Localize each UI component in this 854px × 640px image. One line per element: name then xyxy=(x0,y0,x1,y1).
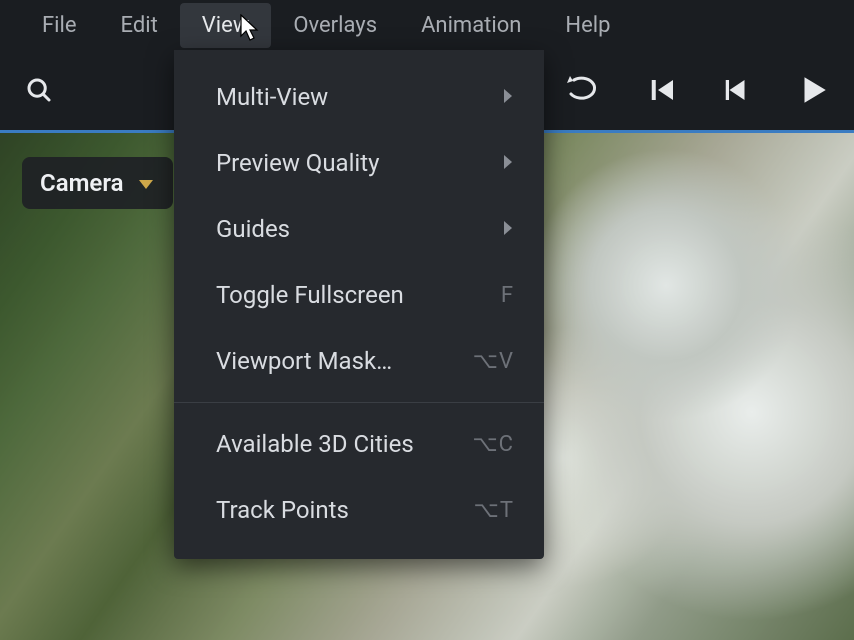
menu-item-label: Toggle Fullscreen xyxy=(216,281,404,309)
menu-item-preview-quality[interactable]: Preview Quality xyxy=(174,130,544,196)
chevron-down-icon xyxy=(137,169,155,197)
menu-item-label: Guides xyxy=(216,215,290,243)
menu-item-viewport-mask[interactable]: Viewport Mask… ⌥V xyxy=(174,328,544,394)
menu-view[interactable]: View xyxy=(180,3,272,48)
chevron-right-icon xyxy=(502,83,514,111)
menu-overlays[interactable]: Overlays xyxy=(271,3,399,48)
menu-item-track-points[interactable]: Track Points ⌥T xyxy=(174,477,544,543)
menu-item-shortcut: ⌥V xyxy=(473,349,514,374)
menu-edit[interactable]: Edit xyxy=(99,3,180,48)
menu-item-shortcut: F xyxy=(501,283,514,308)
menu-item-shortcut: ⌥C xyxy=(472,432,514,457)
menu-item-label: Viewport Mask… xyxy=(216,347,392,375)
menu-item-label: Available 3D Cities xyxy=(216,430,414,458)
view-dropdown: Multi-View Preview Quality Guides Toggle… xyxy=(174,50,544,559)
camera-selector[interactable]: Camera xyxy=(22,157,173,209)
menu-item-label: Multi-View xyxy=(216,83,328,111)
chevron-right-icon xyxy=(502,215,514,243)
menu-item-toggle-fullscreen[interactable]: Toggle Fullscreen F xyxy=(174,262,544,328)
camera-selector-label: Camera xyxy=(40,169,123,197)
menu-item-label: Preview Quality xyxy=(216,149,379,177)
skip-start-icon[interactable] xyxy=(648,75,678,105)
menubar: File Edit View Overlays Animation Help xyxy=(0,0,854,50)
loop-icon[interactable] xyxy=(564,74,604,106)
step-back-icon[interactable] xyxy=(722,75,752,105)
chevron-right-icon xyxy=(502,149,514,177)
menu-item-label: Track Points xyxy=(216,496,349,524)
menu-item-multi-view[interactable]: Multi-View xyxy=(174,64,544,130)
menu-separator xyxy=(174,402,544,403)
menu-item-available-3d-cities[interactable]: Available 3D Cities ⌥C xyxy=(174,411,544,477)
search-icon[interactable] xyxy=(24,75,54,105)
menu-item-shortcut: ⌥T xyxy=(474,498,514,523)
play-icon[interactable] xyxy=(796,73,830,107)
menu-item-guides[interactable]: Guides xyxy=(174,196,544,262)
menu-animation[interactable]: Animation xyxy=(399,3,543,48)
menu-help[interactable]: Help xyxy=(543,3,632,48)
menu-file[interactable]: File xyxy=(20,3,99,48)
